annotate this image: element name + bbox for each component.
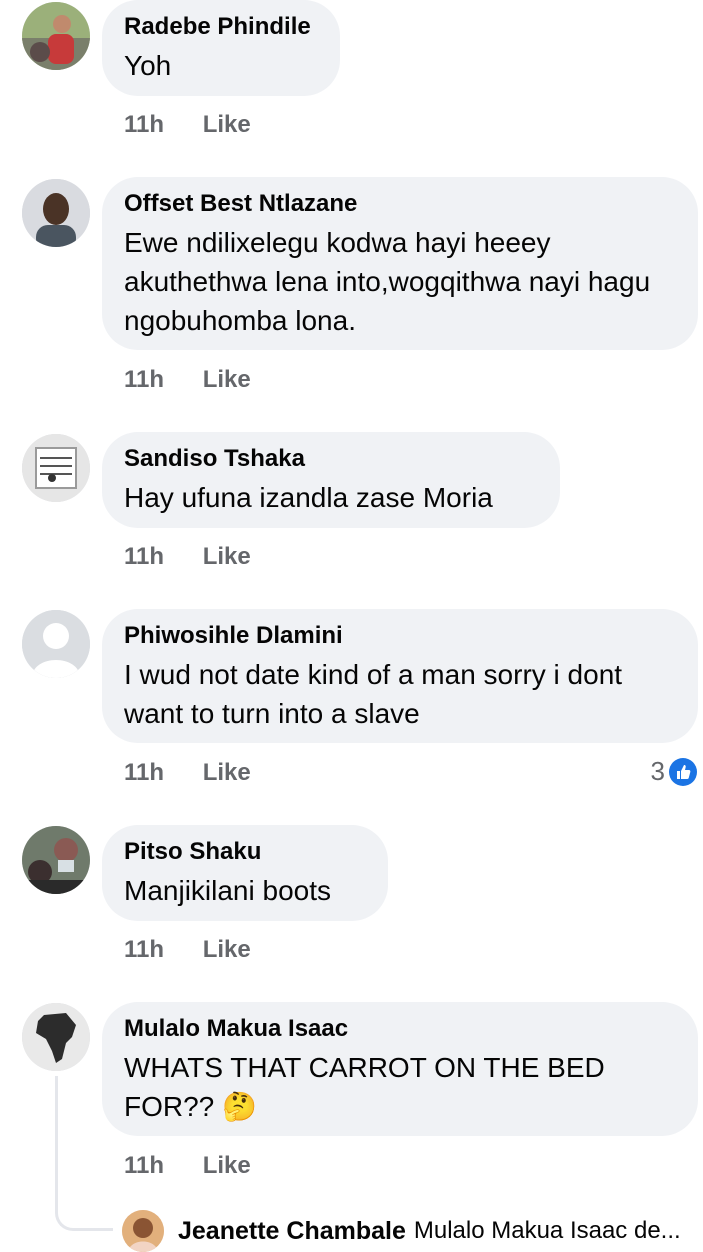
like-button[interactable]: Like [203,543,251,570]
comment-text: Ewe ndilixelegu kodwa hayi heeey akuthet… [124,227,651,336]
reaction-count-number: 3 [650,756,665,786]
like-button[interactable]: Like [203,936,251,963]
comment-meta: 11h Like [124,759,251,787]
comment-bubble: Sandiso Tshaka Hay ufuna izandla zase Mo… [102,432,560,528]
comment-author[interactable]: Mulalo Makua Isaac [124,1014,676,1044]
avatar[interactable] [22,2,90,70]
comment-bubble: Mulalo Makua Isaac WHATS THAT CARROT ON … [102,1002,698,1136]
avatar[interactable] [22,434,90,502]
comment-bubble: Radebe Phindile Yoh [102,0,340,96]
comment-meta: 11h Like [124,543,251,571]
comment-time[interactable]: 11h [124,936,164,963]
avatar[interactable] [22,826,90,894]
comment-author[interactable]: Offset Best Ntlazane [124,189,676,219]
comment-bubble: Offset Best Ntlazane Ewe ndilixelegu kod… [102,177,698,350]
avatar[interactable] [22,610,90,678]
comment-author[interactable]: Pitso Shaku [124,837,366,867]
comment-time[interactable]: 11h [124,111,164,138]
comment-time[interactable]: 11h [124,1152,164,1179]
comment-text: Hay ufuna izandla zase Moria [124,482,493,513]
comment-meta: 11h Like [124,1152,251,1180]
reply-thread-line [55,1076,113,1231]
reaction-count[interactable]: 3 [651,756,697,787]
thinking-face-icon: 🤔 [222,1091,257,1122]
like-button[interactable]: Like [203,759,251,786]
reply-text: Mulalo Makua Isaac de... [413,1217,681,1244]
comment-text: WHATS THAT CARROT ON THE BED FOR?? 🤔 [124,1048,676,1126]
like-button[interactable]: Like [203,366,251,393]
comment-time[interactable]: 11h [124,366,164,393]
comment-time[interactable]: 11h [124,543,164,570]
like-button[interactable]: Like [203,111,251,138]
comment-time[interactable]: 11h [124,759,164,786]
comment-text: I wud not date kind of a man sorry i don… [124,659,623,729]
comment-text-body: WHATS THAT CARROT ON THE BED FOR?? [124,1052,605,1122]
comment-text: Manjikilani boots [124,875,331,906]
like-button[interactable]: Like [203,1152,251,1179]
comment-author[interactable]: Radebe Phindile [124,12,318,42]
thumbs-up-icon [669,757,697,786]
reply-preview[interactable]: Jeanette Chambale Mulalo Makua Isaac de.… [122,1210,681,1252]
avatar[interactable] [122,1210,164,1252]
comment-author[interactable]: Sandiso Tshaka [124,444,538,474]
avatar[interactable] [22,179,90,247]
comment-text: Yoh [124,50,172,81]
comment-meta: 11h Like [124,936,251,964]
reply-author[interactable]: Jeanette Chambale [178,1217,406,1246]
comment-meta: 11h Like [124,111,251,139]
comment-author[interactable]: Phiwosihle Dlamini [124,621,676,651]
comment-bubble: Phiwosihle Dlamini I wud not date kind o… [102,609,698,743]
comment-bubble: Pitso Shaku Manjikilani boots [102,825,388,921]
comment-meta: 11h Like [124,366,251,394]
avatar[interactable] [22,1003,90,1071]
